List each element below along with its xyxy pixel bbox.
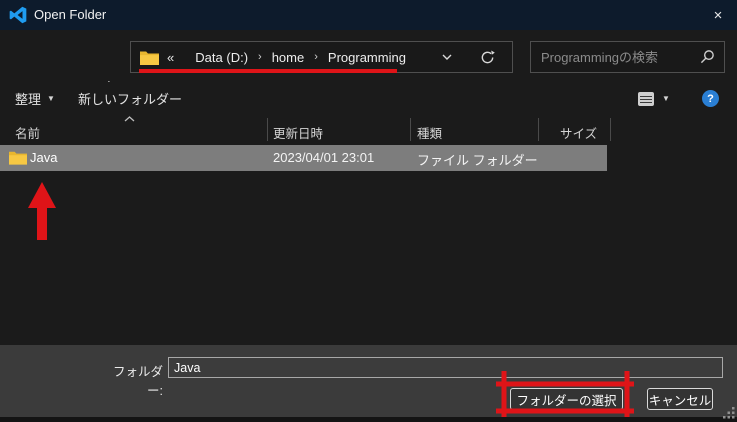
breadcrumb-separator: › (250, 51, 270, 63)
titlebar: Open Folder × (0, 0, 737, 30)
search-icon[interactable] (700, 49, 715, 64)
breadcrumb-programming[interactable]: Programming (326, 50, 408, 65)
search-input[interactable] (531, 42, 696, 72)
column-header-name[interactable]: 名前 (15, 123, 40, 142)
breadcrumb-home[interactable]: home (270, 50, 307, 65)
resize-grip[interactable] (722, 406, 736, 420)
refresh-icon[interactable] (474, 42, 500, 72)
vscode-logo-icon (8, 5, 28, 25)
file-list: Java 2023/04/01 23:01 ファイル フォルダー (0, 143, 737, 345)
command-toolbar: 整理 ▼ 新しいフォルダー ▼ ? (0, 82, 737, 115)
column-header-modified[interactable]: 更新日時 (273, 123, 323, 142)
breadcrumb-separator: › (306, 51, 326, 63)
address-bar[interactable]: « Data (D:) › home › Programming (130, 41, 513, 73)
folder-icon (9, 150, 27, 165)
cancel-button[interactable]: キャンセル (647, 388, 713, 410)
column-divider[interactable] (538, 118, 539, 141)
annotation-red-underline (139, 69, 397, 73)
footer-panel: フォルダー: フォルダーの選択 キャンセル (0, 345, 737, 417)
search-box (530, 41, 725, 73)
file-type: ファイル フォルダー (417, 150, 538, 169)
column-divider[interactable] (267, 118, 268, 141)
window-title: Open Folder (34, 7, 106, 22)
folder-icon (140, 50, 159, 65)
breadcrumb-overflow[interactable]: « (167, 50, 174, 65)
column-divider[interactable] (410, 118, 411, 141)
file-row-java-selected[interactable]: Java 2023/04/01 23:01 ファイル フォルダー (0, 145, 607, 171)
help-icon: ? (702, 90, 719, 107)
column-header-size[interactable]: サイズ (560, 123, 597, 142)
column-header-type[interactable]: 種類 (417, 123, 442, 142)
address-dropdown-icon[interactable] (434, 42, 460, 72)
folder-name-input[interactable] (168, 357, 723, 378)
change-view-button[interactable]: ▼ (638, 82, 670, 115)
select-folder-button[interactable]: フォルダーの選択 (510, 388, 623, 410)
navigation-bar: ← → ↑ « Data (D:) › home › Programming (0, 30, 737, 82)
new-folder-button[interactable]: 新しいフォルダー (78, 82, 182, 115)
organize-menu-button[interactable]: 整理 ▼ (15, 82, 55, 115)
help-button[interactable]: ? (702, 82, 719, 115)
close-icon[interactable]: × (699, 0, 737, 30)
window-bottom-edge (0, 417, 737, 422)
sort-ascending-icon (124, 116, 135, 122)
annotation-red-arrow (20, 182, 64, 244)
column-divider[interactable] (610, 118, 611, 141)
details-view-icon (638, 92, 654, 106)
chevron-down-icon: ▼ (662, 94, 670, 103)
file-name: Java (30, 150, 57, 165)
open-folder-dialog: Open Folder × ← → ↑ « Data (D:) › home ›… (0, 0, 737, 422)
folder-name-label: フォルダー: (100, 361, 163, 399)
breadcrumb-drive[interactable]: Data (D:) (193, 50, 250, 65)
column-headers: 名前 更新日時 種類 サイズ (0, 115, 737, 143)
file-modified: 2023/04/01 23:01 (273, 150, 374, 165)
chevron-down-icon: ▼ (47, 94, 55, 103)
